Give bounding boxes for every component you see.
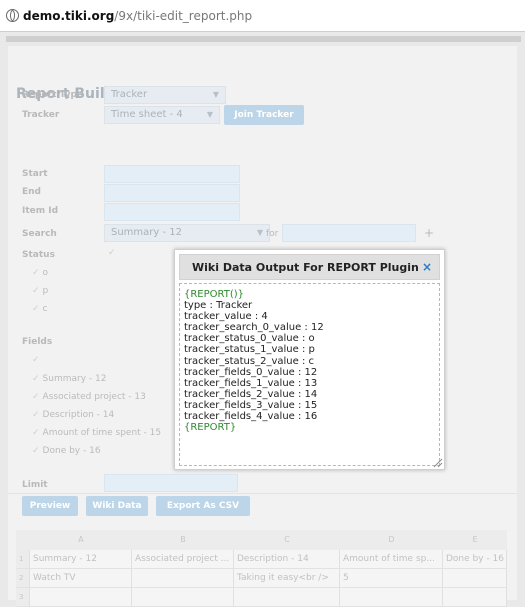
column-header-a: A	[78, 535, 84, 544]
output-line: tracker_status_1_value : p	[184, 344, 315, 356]
output-line: tracker_search_0_value : 12	[184, 322, 324, 334]
for-label: for	[266, 229, 279, 239]
table-cell[interactable]	[132, 569, 234, 587]
row-number: 2	[16, 569, 30, 587]
start-label: Start	[22, 169, 48, 179]
check-icon: ✓	[32, 392, 40, 402]
tracker-select[interactable]: Time sheet - 4 ▼	[104, 106, 220, 124]
url-text: demo.tiki.org/9x/tiki-edit_report.php	[23, 8, 253, 23]
output-line: tracker_fields_2_value : 14	[184, 388, 318, 400]
output-line: type : Tracker	[184, 300, 253, 312]
check-icon: ✓	[32, 428, 40, 438]
check-icon: ✓	[32, 355, 40, 365]
output-line: tracker_value : 4	[184, 311, 268, 323]
field-option-time-spent[interactable]: ✓ Amount of time spent - 15	[32, 428, 161, 438]
table-cell[interactable]: Summary - 12	[30, 550, 132, 568]
wiki-data-output[interactable]: {REPORT()} type : Tracker tracker_value …	[179, 283, 440, 466]
status-option-c[interactable]: ✓ c	[32, 304, 48, 314]
dialog-header[interactable]: Wiki Data Output For REPORT Plugin ×	[179, 254, 440, 280]
chevron-down-icon: ▼	[256, 228, 263, 237]
fields-select-all[interactable]: ✓	[32, 355, 43, 365]
column-header-b: B	[180, 535, 186, 544]
search-field-select[interactable]: Summary - 12 ▼	[104, 224, 270, 242]
table-row: 1 Summary - 12 Associated project ... De…	[16, 550, 507, 569]
add-search-button[interactable]: +	[424, 226, 434, 240]
preview-spreadsheet: A B C D E 1 Summary - 12 Associated proj…	[16, 530, 507, 607]
resize-grip-icon[interactable]	[431, 456, 443, 468]
start-input[interactable]	[104, 165, 240, 183]
output-line: tracker_fields_3_value : 15	[184, 399, 318, 411]
table-cell[interactable]: Taking it easy<br />	[234, 569, 340, 587]
output-line: tracker_fields_1_value : 13	[184, 377, 318, 389]
close-icon[interactable]: ×	[422, 260, 432, 274]
check-icon: ✓	[108, 248, 116, 258]
field-option-summary[interactable]: ✓ Summary - 12	[32, 374, 106, 384]
table-cell[interactable]	[443, 588, 507, 606]
address-bar[interactable]: demo.tiki.org/9x/tiki-edit_report.php	[0, 0, 525, 32]
table-cell[interactable]: Description - 14	[234, 550, 340, 568]
plugin-close-tag: {REPORT}	[184, 422, 237, 434]
fields-label: Fields	[22, 337, 53, 347]
report-type-label: Report Type	[22, 90, 84, 100]
item-id-label: Item Id	[22, 206, 59, 216]
report-type-select[interactable]: Tracker ▼	[104, 86, 226, 104]
table-cell[interactable]: Done by - 16	[443, 550, 507, 568]
output-line: tracker_fields_0_value : 12	[184, 366, 318, 378]
output-line: tracker_status_2_value : c	[184, 355, 314, 367]
search-label: Search	[22, 229, 57, 239]
table-cell[interactable]: 5	[340, 569, 443, 587]
item-id-input[interactable]	[104, 203, 240, 221]
status-label: Status	[22, 250, 55, 260]
end-label: End	[22, 187, 41, 197]
limit-input[interactable]	[104, 474, 238, 492]
table-cell[interactable]	[443, 569, 507, 587]
column-header-d: D	[388, 535, 395, 544]
tracker-label: Tracker	[22, 110, 60, 120]
preview-button[interactable]: Preview	[22, 496, 78, 516]
check-icon: ✓	[32, 304, 40, 314]
output-line: tracker_status_0_value : o	[184, 333, 315, 345]
check-icon: ✓	[32, 446, 40, 456]
limit-label: Limit	[22, 480, 48, 490]
check-icon: ✓	[32, 286, 40, 296]
table-cell[interactable]: Amount of time sp...	[340, 550, 443, 568]
export-csv-button[interactable]: Export As CSV	[156, 496, 250, 516]
table-cell[interactable]	[340, 588, 443, 606]
toolbar-strip	[6, 36, 521, 42]
status-option-o[interactable]: ✓ o	[32, 268, 48, 278]
table-cell[interactable]	[234, 588, 340, 606]
field-option-done-by[interactable]: ✓ Done by - 16	[32, 446, 101, 456]
check-icon: ✓	[32, 374, 40, 384]
column-header-e: E	[472, 535, 478, 544]
divider	[8, 493, 517, 494]
table-cell[interactable]: Associated project ...	[132, 550, 234, 568]
table-cell[interactable]	[30, 588, 132, 606]
check-icon: ✓	[32, 268, 40, 278]
table-row: 3	[16, 588, 507, 607]
search-value-input[interactable]	[282, 224, 416, 242]
table-row: 2 Watch TV Taking it easy<br /> 5	[16, 569, 507, 588]
row-number: 3	[16, 588, 30, 606]
field-option-associated-project[interactable]: ✓ Associated project - 13	[32, 392, 146, 402]
chevron-down-icon: ▼	[206, 110, 213, 119]
end-input[interactable]	[104, 184, 240, 202]
field-option-description[interactable]: ✓ Description - 14	[32, 410, 114, 420]
column-header-c: C	[284, 535, 290, 544]
plugin-open-tag: {REPORT()}	[184, 289, 245, 300]
sheet-header-row: A B C D E	[16, 530, 507, 550]
corner-cell	[16, 530, 30, 550]
wiki-data-button[interactable]: Wiki Data	[86, 496, 148, 516]
chevron-down-icon: ▼	[212, 90, 219, 99]
output-line: tracker_fields_4_value : 16	[184, 411, 318, 423]
status-option-p[interactable]: ✓ p	[32, 286, 48, 296]
row-number: 1	[16, 550, 30, 568]
dialog-title: Wiki Data Output For REPORT Plugin	[192, 261, 419, 274]
globe-icon	[6, 9, 19, 22]
join-tracker-button[interactable]: Join Tracker	[224, 105, 304, 125]
table-cell[interactable]	[132, 588, 234, 606]
table-cell[interactable]: Watch TV	[30, 569, 132, 587]
check-icon: ✓	[32, 410, 40, 420]
wiki-data-dialog: Wiki Data Output For REPORT Plugin × {RE…	[174, 249, 445, 470]
